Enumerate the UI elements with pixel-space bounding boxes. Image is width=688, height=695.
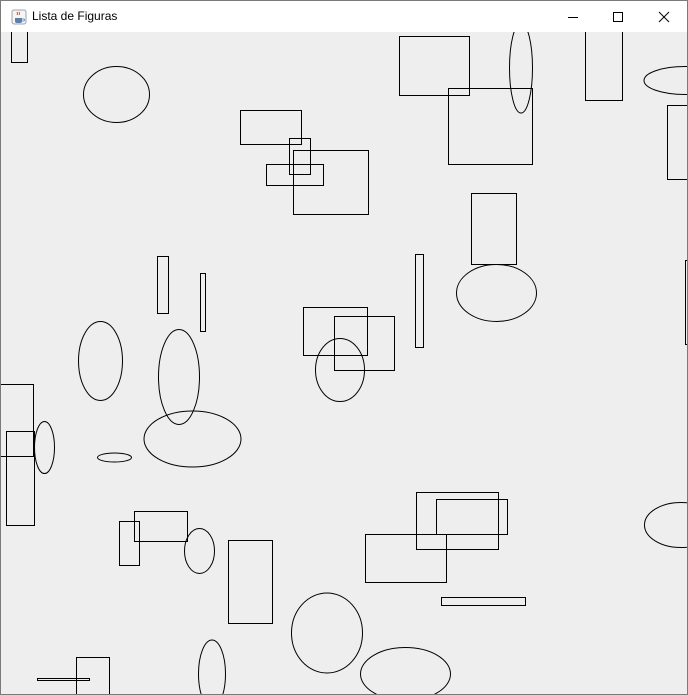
rectangle-shape [1, 384, 34, 457]
ellipse-shape [158, 329, 200, 425]
figures-drawing [1, 32, 687, 694]
ellipse-shape [643, 66, 687, 95]
ellipse-shape [143, 410, 242, 468]
rectangle-shape [448, 88, 533, 165]
window-title: Lista de Figuras [32, 9, 118, 23]
rectangle-shape [667, 105, 687, 180]
rectangle-shape [240, 110, 302, 145]
rectangle-shape [685, 260, 687, 345]
rectangle-shape [157, 256, 169, 314]
figures-canvas[interactable] [1, 32, 687, 694]
rectangle-shape [365, 534, 447, 583]
maximize-button[interactable] [595, 1, 641, 32]
rectangle-shape [228, 540, 273, 624]
rectangle-shape [289, 138, 311, 175]
ellipse-shape [644, 502, 687, 548]
rectangle-shape [416, 492, 499, 550]
rectangle-shape [134, 511, 188, 542]
maximize-icon [613, 11, 623, 22]
rectangle-shape [585, 32, 623, 101]
close-icon [658, 11, 670, 22]
ellipse-shape [456, 264, 537, 322]
minimize-button[interactable] [550, 1, 596, 32]
rectangle-shape [6, 431, 35, 526]
minimize-icon [568, 16, 578, 18]
rectangle-shape [436, 499, 508, 535]
close-button[interactable] [641, 1, 687, 32]
rectangle-shape [37, 678, 90, 681]
ellipse-shape [83, 66, 150, 123]
rectangle-shape [471, 193, 517, 265]
ellipse-shape [291, 592, 363, 674]
rectangle-shape [441, 597, 526, 606]
rectangle-shape [415, 254, 424, 348]
ellipse-shape [509, 32, 533, 114]
rectangle-shape [119, 521, 140, 566]
rectangle-shape [11, 32, 28, 63]
app-window: Lista de Figuras [0, 0, 688, 695]
rectangle-shape [334, 316, 395, 371]
ellipse-shape [198, 639, 226, 694]
ellipse-shape [34, 421, 55, 474]
rectangle-shape [200, 273, 206, 332]
ellipse-shape [78, 321, 123, 401]
ellipse-shape [184, 528, 215, 574]
title-bar[interactable]: Lista de Figuras [1, 1, 687, 32]
rectangle-shape [76, 657, 110, 694]
rectangle-shape [293, 150, 369, 215]
java-coffee-cup-icon [11, 9, 27, 25]
rectangle-shape [399, 36, 470, 96]
ellipse-shape [97, 452, 132, 463]
ellipse-shape [360, 647, 451, 694]
